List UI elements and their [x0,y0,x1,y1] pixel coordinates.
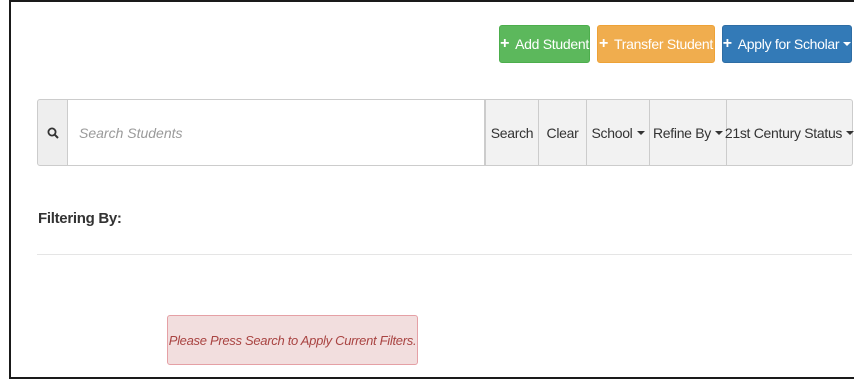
school-dropdown[interactable]: School [587,99,650,166]
caret-down-icon [715,130,723,135]
apply-for-scholar-button[interactable]: + Apply for Scholar [722,25,852,63]
caret-down-icon [846,130,854,135]
caret-down-icon [636,130,645,135]
transfer-student-label: Transfer Student [614,36,713,52]
filtering-by-heading: Filtering By: [38,210,122,227]
search-bar: Search Clear School Refine By 21st Centu… [37,99,854,166]
search-icon [47,127,59,139]
21st-century-status-label: 21st Century Status [724,124,843,141]
refine-by-label: Refine By [653,124,711,141]
plus-icon: + [722,35,732,52]
search-button[interactable]: Search [485,99,539,166]
filter-alert-message: Please Press Search to Apply Current Fil… [168,332,417,348]
search-students-input[interactable] [68,99,485,166]
caret-down-icon [843,42,852,46]
apply-for-scholar-label: Apply for Scholar [737,36,840,52]
transfer-student-button[interactable]: + Transfer Student [597,25,715,63]
plus-icon: + [598,35,609,52]
plus-icon: + [500,35,510,52]
21st-century-status-dropdown[interactable]: 21st Century Status [724,99,854,166]
search-addon [37,99,68,166]
school-dropdown-label: School [591,124,633,141]
add-student-button[interactable]: + Add Student [499,25,590,63]
add-student-label: Add Student [515,36,589,52]
clear-button[interactable]: Clear [539,99,587,166]
refine-by-dropdown[interactable]: Refine By [650,99,727,166]
divider [37,254,852,255]
filter-alert: Please Press Search to Apply Current Fil… [167,315,418,365]
